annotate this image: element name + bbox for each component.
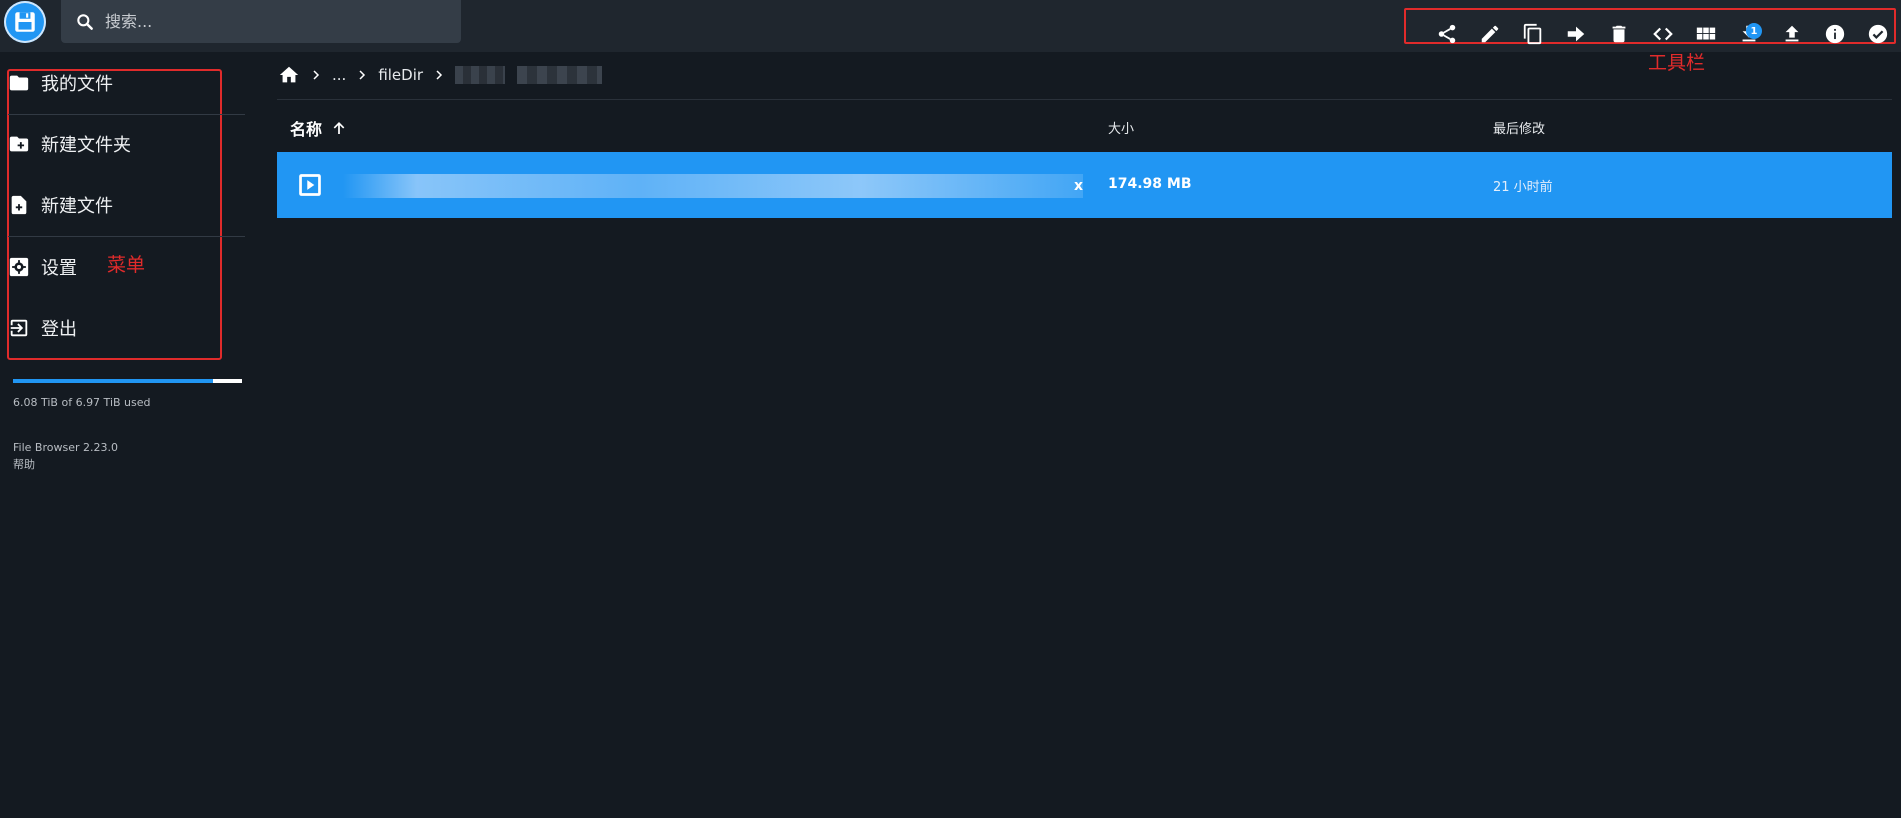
- video-file-icon: [297, 172, 323, 198]
- column-header-name[interactable]: 名称: [290, 116, 347, 140]
- sort-ascending-icon: [322, 120, 347, 136]
- sidebar-item-logout[interactable]: 登出: [8, 308, 228, 348]
- search-box[interactable]: [61, 0, 461, 43]
- home-icon[interactable]: [278, 64, 300, 86]
- file-name: x: [343, 174, 1083, 198]
- chevron-right-icon: [356, 69, 368, 81]
- app-logo-icon[interactable]: [4, 1, 46, 43]
- storage-usage-bar: [13, 379, 242, 383]
- file-size: 174.98 MB: [1108, 176, 1192, 192]
- app-version: File Browser 2.23.0: [13, 441, 118, 454]
- grid-view-icon[interactable]: [1693, 21, 1719, 47]
- sidebar-item-my-files[interactable]: 我的文件: [8, 63, 228, 103]
- delete-icon[interactable]: [1606, 21, 1632, 47]
- sidebar-item-label: 新建文件夹: [41, 135, 131, 156]
- storage-usage-text: 6.08 TiB of 6.97 TiB used: [13, 396, 151, 409]
- menu-annotation: 菜单: [107, 254, 146, 276]
- search-icon: [75, 12, 95, 32]
- sidebar-divider: [8, 114, 245, 115]
- redacted-breadcrumb[interactable]: [517, 66, 603, 84]
- sidebar-item-new-file[interactable]: 新建文件: [8, 185, 228, 225]
- toolbar-annotation: 工具栏: [1648, 52, 1706, 74]
- folder-icon: [8, 72, 30, 94]
- new-folder-icon: [8, 133, 30, 155]
- breadcrumb: ... fileDir: [278, 62, 603, 88]
- file-list-header: 名称 大小 最后修改: [277, 100, 1892, 152]
- edit-icon[interactable]: [1477, 21, 1503, 47]
- select-all-icon[interactable]: [1865, 21, 1891, 47]
- column-header-modified[interactable]: 最后修改: [1493, 118, 1545, 137]
- column-header-label: 名称: [290, 120, 323, 139]
- logout-icon: [8, 317, 30, 339]
- sidebar-item-label: 设置: [41, 258, 77, 279]
- search-input[interactable]: [105, 12, 435, 31]
- sidebar-item-label: 登出: [41, 319, 77, 340]
- embed-icon[interactable]: [1650, 21, 1676, 47]
- chevron-right-icon: [310, 69, 322, 81]
- sidebar-item-label: 新建文件: [41, 196, 113, 217]
- column-header-size[interactable]: 大小: [1108, 118, 1134, 137]
- sidebar-item-new-folder[interactable]: 新建文件夹: [8, 124, 228, 164]
- copy-icon[interactable]: [1520, 21, 1546, 47]
- chevron-right-icon: [433, 69, 445, 81]
- settings-icon: [8, 256, 30, 278]
- upload-icon[interactable]: [1779, 21, 1805, 47]
- info-icon[interactable]: [1822, 21, 1848, 47]
- new-file-icon: [8, 194, 30, 216]
- move-icon[interactable]: [1563, 21, 1589, 47]
- download-count-badge: 1: [1746, 23, 1762, 39]
- file-modified: 21 小时前: [1493, 180, 1553, 195]
- share-icon[interactable]: [1434, 21, 1460, 47]
- storage-usage-fill: [13, 379, 213, 383]
- credits: File Browser 2.23.0 帮助: [13, 439, 118, 473]
- help-link[interactable]: 帮助: [13, 456, 118, 473]
- table-row[interactable]: x 174.98 MB 21 小时前: [277, 152, 1892, 218]
- sidebar-item-label: 我的文件: [41, 74, 113, 95]
- redacted-breadcrumb[interactable]: [455, 66, 506, 84]
- breadcrumb-item[interactable]: ...: [332, 66, 346, 84]
- sidebar-divider: [8, 236, 245, 237]
- breadcrumb-item[interactable]: fileDir: [378, 66, 423, 84]
